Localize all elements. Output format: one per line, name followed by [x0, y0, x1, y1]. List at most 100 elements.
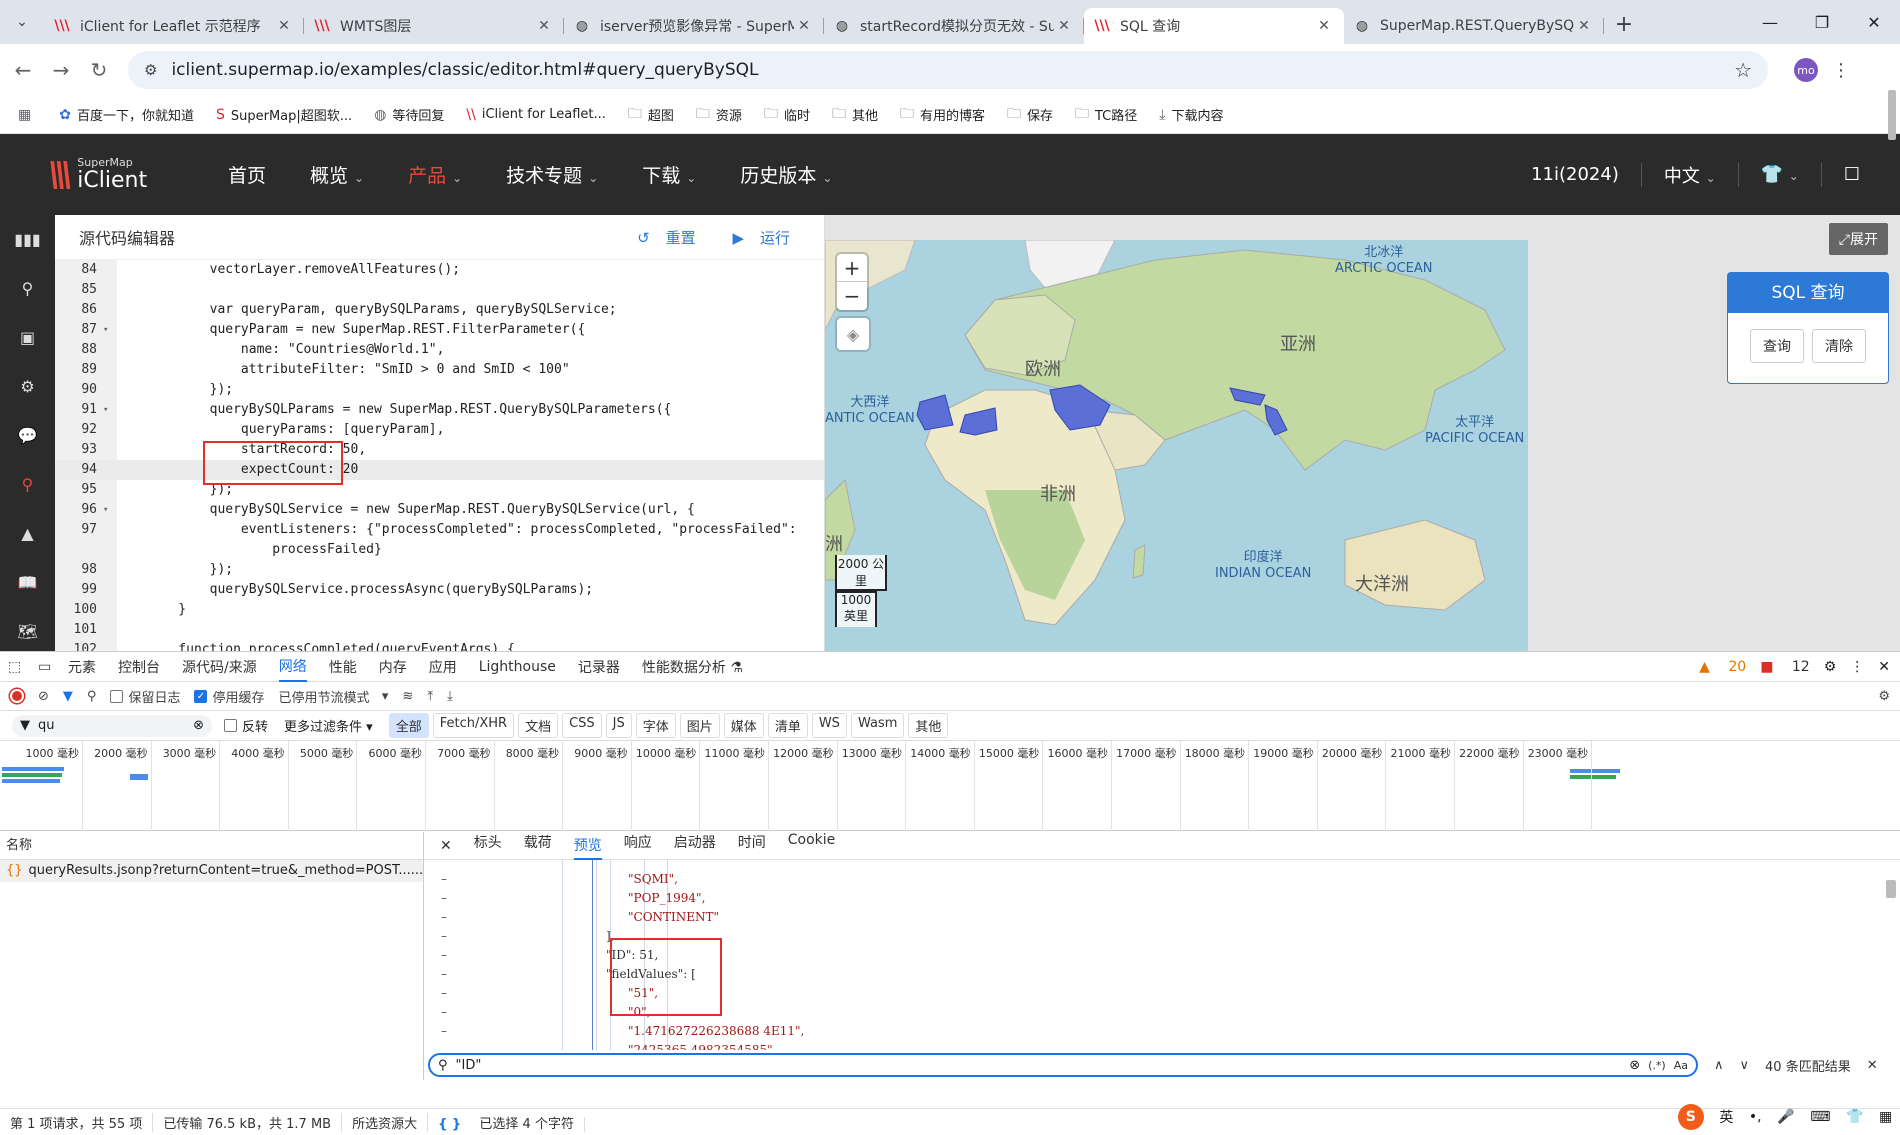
detail-tab[interactable]: 时间 [738, 832, 766, 860]
previous-match-icon[interactable]: ∧ [1714, 1058, 1724, 1073]
invert-checkbox[interactable]: 反转 [224, 716, 268, 735]
menu-history[interactable]: 历史版本 ⌄ [740, 161, 832, 188]
browser-menu-icon[interactable]: ⋮ [1832, 60, 1850, 81]
request-row[interactable]: {} queryResults.jsonp?returnContent=true&… [0, 860, 423, 882]
zoom-out-button[interactable]: − [837, 282, 867, 310]
bookmark-supermap[interactable]: S SuperMap|超图软... [216, 105, 352, 125]
code-line[interactable]: 95 }); [55, 480, 824, 500]
feedback-icon[interactable]: ☐ [1844, 164, 1860, 185]
filter-type-chip[interactable]: JS [605, 713, 632, 738]
code-line[interactable]: 89 attributeFilter: "SmID > 0 and SmID <… [55, 360, 824, 380]
menu-home[interactable]: 首页 [228, 161, 266, 188]
bookmark-folder-other[interactable]: 🗀 其他 [832, 103, 878, 127]
map-icon[interactable]: 🗺 [0, 607, 55, 656]
preview-line[interactable]: – "1.471627226238688 4E11", [424, 1022, 1900, 1041]
filter-type-chip[interactable]: 媒体 [723, 713, 764, 738]
preview-line[interactable]: – "POP_1994", [424, 889, 1900, 908]
code-line[interactable]: 102 function processCompleted(queryEvent… [55, 640, 824, 651]
clear-filter-icon[interactable]: ⊗ [193, 718, 204, 733]
gear-icon[interactable]: ⚙ [0, 362, 55, 411]
sogou-ime-icon[interactable]: S [1677, 1104, 1704, 1130]
fold-arrow-icon[interactable]: ▾ [103, 500, 117, 520]
close-icon[interactable]: ✕ [534, 18, 554, 34]
device-toolbar-icon[interactable]: ▭ [38, 659, 60, 675]
network-conditions-icon[interactable]: ≋ [402, 689, 413, 704]
close-icon[interactable]: ✕ [794, 18, 814, 34]
next-match-icon[interactable]: ∨ [1740, 1058, 1750, 1073]
page-scrollbar[interactable] [1888, 90, 1896, 140]
filter-type-chip[interactable]: Fetch/XHR [432, 713, 515, 738]
detail-tab[interactable]: Cookie [788, 832, 836, 860]
code-line[interactable]: 87 ▾ queryParam = new SuperMap.REST.Filte… [55, 320, 824, 340]
filter-type-chip[interactable]: 其他 [908, 713, 949, 738]
bookmark-star-icon[interactable]: ☆ [1734, 58, 1752, 82]
devtools-tab-sources[interactable]: 源代码/来源 [182, 657, 257, 677]
language-select[interactable]: 中文 ⌄ [1664, 162, 1716, 188]
chart-icon[interactable]: ▲ [0, 509, 55, 558]
code-area[interactable]: 84 vectorLayer.removeAllFeatures(); 85 86 … [55, 260, 824, 651]
close-detail-icon[interactable]: ✕ [440, 838, 452, 854]
world-map[interactable]: + − ◈ 北冰洋 ARCTIC OCEAN 亚洲 欧洲 大西洋 ANTIC OCE… [825, 240, 1528, 651]
code-line[interactable]: 93 startRecord: 50, [55, 440, 824, 460]
code-line[interactable]: 100 } [55, 600, 824, 620]
more-options-icon[interactable]: ⋮ [1850, 659, 1864, 675]
search-icon[interactable]: ⚲ [87, 689, 97, 704]
preview-line[interactable]: – "2425365.4982354585", [424, 1041, 1900, 1050]
inspect-icon[interactable]: ⬚ [8, 659, 30, 675]
preview-search-input[interactable]: ⚲ "ID" ⊗ (.*) Aa [428, 1053, 1698, 1077]
forward-icon[interactable]: → [46, 58, 76, 82]
tab-sql-query[interactable]: \\\ SQL 查询 ✕ [1084, 8, 1344, 44]
code-line[interactable]: processFailed} [55, 540, 824, 560]
throttle-select[interactable]: 已停用节流模式 ▾ [278, 687, 388, 706]
filter-type-chip[interactable]: 清单 [767, 713, 808, 738]
devtools-tab-elements[interactable]: 元素 [68, 657, 96, 677]
toolbox-icon[interactable]: ▦ [1879, 1109, 1892, 1125]
filter-type-chip[interactable]: 全部 [388, 713, 429, 738]
detail-tab[interactable]: 预览 [573, 832, 602, 860]
preview-line[interactable]: – "SQMI", [424, 870, 1900, 889]
code-line[interactable]: 92 queryParams: [queryParam], [55, 420, 824, 440]
layers-icon[interactable]: ◈ [837, 318, 869, 350]
search-icon[interactable]: ⚲ [0, 460, 55, 509]
preview-line[interactable]: – "CONTINENT" [424, 908, 1900, 927]
bookmark-folder-resources[interactable]: 🗀 资源 [696, 103, 742, 127]
code-line[interactable]: 91 ▾ queryBySQLParams = new SuperMap.REST… [55, 400, 824, 420]
network-filter-input[interactable]: ▼ qu ⊗ [12, 714, 212, 737]
clear-search-icon[interactable]: ⊗ [1629, 1058, 1640, 1073]
profile-avatar[interactable]: mo [1794, 58, 1818, 82]
url-text[interactable]: iclient.supermap.io/examples/classic/edi… [171, 60, 1734, 80]
bookmark-downloads[interactable]: ⤓ 下载内容 [1159, 105, 1223, 125]
warnings-count[interactable]: ▲ 20 [1699, 659, 1746, 675]
clear-button[interactable]: 清除 [1812, 329, 1866, 363]
close-icon[interactable]: ✕ [1574, 18, 1594, 34]
errors-count[interactable]: ■ 12 [1760, 659, 1810, 675]
menu-download[interactable]: 下载 ⌄ [642, 161, 696, 188]
close-icon[interactable]: ✕ [274, 18, 294, 34]
apps-icon[interactable]: ▦ [18, 107, 37, 123]
microphone-icon[interactable]: 🎤 [1777, 1109, 1794, 1125]
back-icon[interactable]: ← [8, 58, 38, 82]
name-column-header[interactable]: 名称 [0, 832, 423, 860]
network-overview-timeline[interactable]: 1000 毫秒 2000 毫秒 3000 毫秒 4000 毫秒 5000 毫秒 6000 … [0, 741, 1900, 831]
code-line[interactable]: 88 name: "Countries@World.1", [55, 340, 824, 360]
iclient-logo[interactable]: \\\ SuperMap iClient [48, 155, 228, 195]
regex-toggle[interactable]: (.*) [1648, 1059, 1666, 1072]
devtools-tab-perf-insights[interactable]: 性能数据分析 ⚗ [642, 657, 743, 677]
devtools-tab-application[interactable]: 应用 [429, 657, 457, 677]
url-bar[interactable]: ⚙ iclient.supermap.io/examples/classic/e… [128, 51, 1768, 89]
tab-wmts[interactable]: \\\ WMTS图层 ✕ [304, 8, 564, 44]
tab-startrecord[interactable]: ◍ startRecord模拟分页无效 - Su ✕ [824, 8, 1084, 44]
detail-tab[interactable]: 响应 [624, 832, 652, 860]
bookmark-iclient[interactable]: \\ iClient for Leaflet... [466, 107, 605, 123]
network-settings-icon[interactable]: ⚙ [1878, 689, 1890, 704]
settings-gear-icon[interactable]: ⚙ [1824, 659, 1837, 675]
code-line[interactable]: 96 ▾ queryBySQLService = new SuperMap.RES… [55, 500, 824, 520]
close-icon[interactable]: ✕ [1054, 18, 1074, 34]
tab-iserver-issue[interactable]: ◍ iserver预览影像异常 - SuperM ✕ [564, 8, 824, 44]
code-line[interactable]: 97 eventListeners: {"processCompleted": … [55, 520, 824, 540]
run-button[interactable]: ▶ 运行 [716, 229, 790, 247]
clear-log-icon[interactable]: ⊘ [38, 689, 49, 704]
detail-tab[interactable]: 启动器 [674, 832, 716, 860]
theme-shirt-icon[interactable]: 👕 ⌄ [1761, 164, 1799, 185]
detail-tab[interactable]: 载荷 [524, 832, 552, 860]
